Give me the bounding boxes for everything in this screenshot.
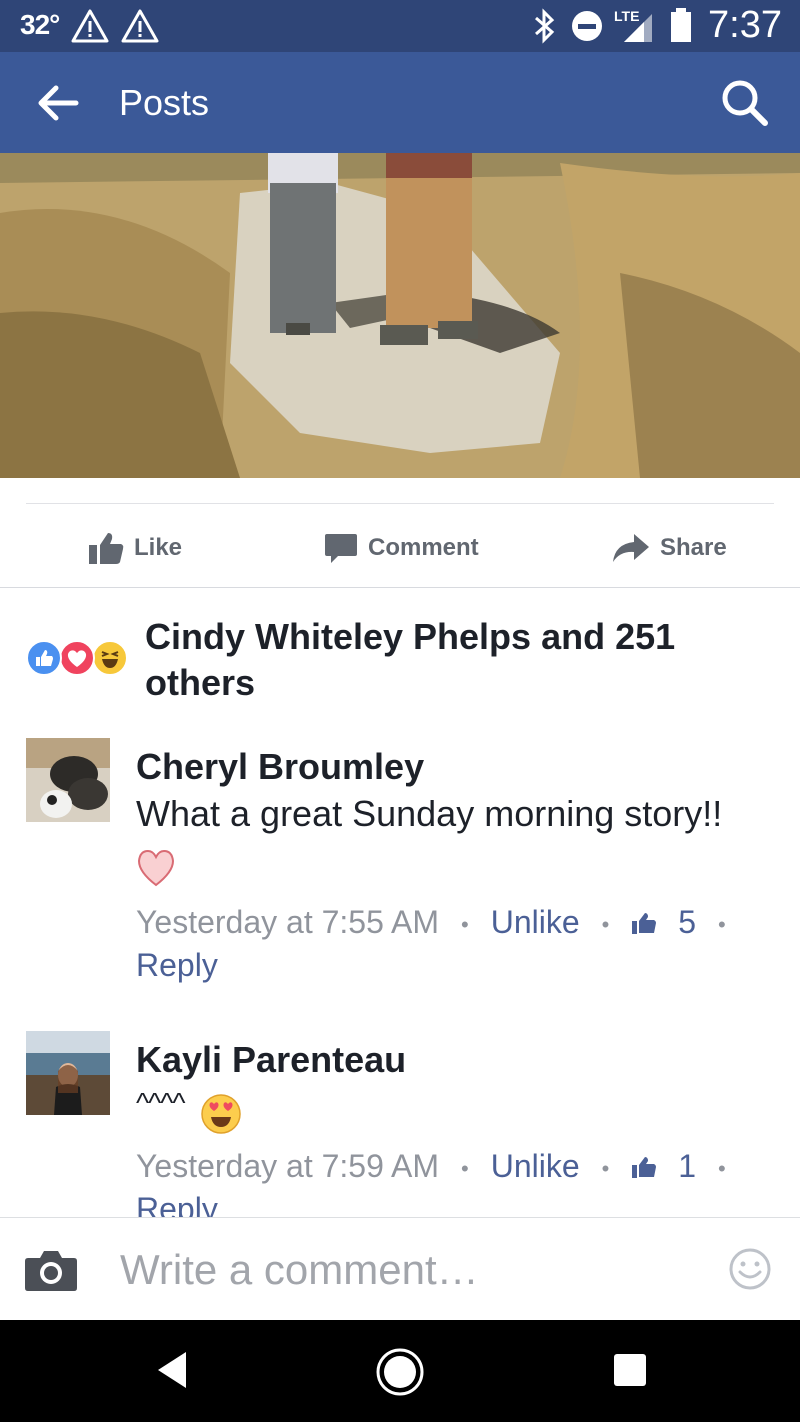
clock: 7:37	[708, 4, 782, 46]
home-nav-icon[interactable]	[374, 1346, 426, 1398]
separator-dot: •	[461, 911, 469, 937]
post-action-bar: Like Comment Share	[0, 508, 800, 586]
separator-dot: •	[601, 911, 610, 937]
share-button[interactable]: Share	[612, 528, 727, 568]
status-bar: 32° LTE 7:37	[0, 0, 800, 52]
comment-timestamp[interactable]: Yesterday at 7:59 AM	[136, 1148, 439, 1184]
warning-icon	[71, 9, 109, 43]
like-label: Like	[134, 534, 183, 561]
search-icon[interactable]	[718, 76, 772, 130]
unlike-link[interactable]: Unlike	[491, 904, 580, 940]
emoji-picker-icon[interactable]	[728, 1247, 772, 1291]
warning-icon	[121, 9, 159, 43]
comment-icon	[325, 534, 357, 563]
thumbs-up-icon	[632, 1157, 657, 1178]
divider	[0, 587, 800, 588]
comment-text: ^^^^	[136, 1087, 186, 1118]
comment-timestamp[interactable]: Yesterday at 7:55 AM	[136, 904, 439, 940]
comment-composer: Write a comment…	[0, 1217, 800, 1320]
system-nav-bar	[0, 1320, 800, 1422]
temperature: 32°	[20, 9, 60, 40]
love-reaction-icon	[59, 640, 95, 676]
reaction-icons[interactable]	[26, 640, 130, 678]
bluetooth-icon	[535, 8, 555, 44]
comment-author[interactable]: Kayli Parenteau	[136, 1039, 406, 1081]
photo-scene	[0, 153, 800, 478]
avatar[interactable]	[26, 1031, 110, 1115]
avatar[interactable]	[26, 738, 110, 822]
unlike-link[interactable]: Unlike	[491, 1148, 580, 1184]
separator-dot: •	[461, 1155, 469, 1181]
signal-icon	[624, 14, 652, 42]
haha-reaction-icon	[92, 640, 128, 676]
post-photo[interactable]	[0, 153, 800, 478]
camera-icon[interactable]	[24, 1248, 78, 1292]
thumbs-up-icon	[89, 533, 124, 564]
comment-label: Comment	[368, 534, 479, 561]
divider	[26, 503, 774, 504]
share-icon	[613, 534, 649, 562]
like-reaction-icon	[26, 640, 62, 676]
separator-dot: •	[718, 1155, 726, 1181]
comment-input[interactable]: Write a comment…	[120, 1246, 479, 1294]
comment-meta: Yesterday at 7:55 AM • Unlike • 5 • Reply	[136, 902, 776, 985]
comment-text: What a great Sunday morning story!!	[136, 793, 723, 834]
comment-button[interactable]: Comment	[324, 528, 479, 568]
share-label: Share	[660, 534, 727, 561]
comment-author[interactable]: Cheryl Broumley	[136, 746, 424, 788]
arrow-left-icon[interactable]	[30, 78, 90, 128]
back-nav-icon[interactable]	[152, 1346, 192, 1394]
like-button[interactable]: Like	[88, 528, 182, 568]
recents-nav-icon[interactable]	[612, 1346, 648, 1394]
separator-dot: •	[601, 1155, 610, 1181]
like-count[interactable]: 5	[678, 904, 696, 940]
like-count[interactable]: 1	[678, 1148, 696, 1184]
heart-emoji-icon	[137, 849, 175, 887]
do-not-disturb-icon	[572, 11, 602, 41]
battery-icon	[671, 8, 691, 42]
heart-eyes-emoji-icon	[201, 1094, 241, 1134]
app-bar: Posts	[0, 52, 800, 153]
reply-link[interactable]: Reply	[136, 947, 218, 983]
thumbs-up-icon	[632, 913, 657, 934]
page-title: Posts	[119, 82, 210, 123]
reactions-summary[interactable]: Cindy Whiteley Phelps and 251 others	[145, 614, 745, 706]
separator-dot: •	[718, 911, 726, 937]
